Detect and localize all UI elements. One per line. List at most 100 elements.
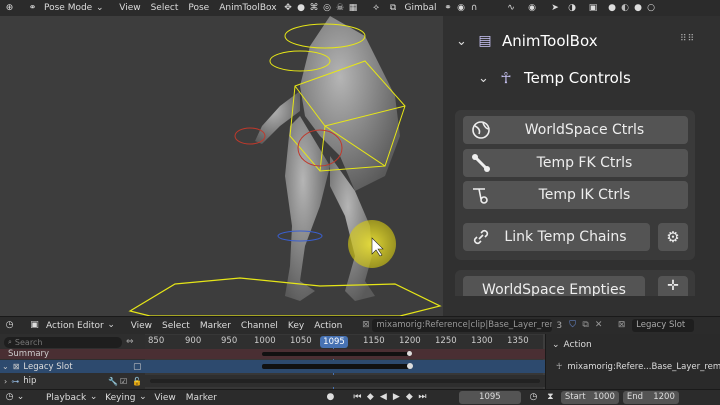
empties-options-button[interactable]: ✛ <box>658 276 688 296</box>
link-icon[interactable]: ⚭ <box>442 2 455 15</box>
hip-keyframe-track <box>150 379 540 383</box>
preview-range-icon[interactable]: ⧗ <box>544 391 557 404</box>
pivot-icon[interactable]: ✥ <box>282 2 295 15</box>
mode-icon: ⚭ <box>28 2 37 13</box>
overlay-icon[interactable]: ◑ <box>566 2 579 15</box>
editor-type-icon[interactable]: ⊕ <box>3 2 16 15</box>
jump-start-icon[interactable]: ⏮ <box>351 391 364 404</box>
prev-key-icon[interactable]: ◆ <box>364 391 377 404</box>
slot-keyframe[interactable] <box>407 363 413 369</box>
editor-mode-dropdown[interactable]: Action Editor <box>41 321 109 331</box>
jump-end-icon[interactable]: ⏭ <box>416 391 429 404</box>
ruler-label: 900 <box>185 336 202 346</box>
slot-checkbox-icon[interactable]: ▢ <box>133 362 142 372</box>
summary-keyframe[interactable] <box>407 351 412 356</box>
shading-render-icon[interactable]: ○ <box>645 2 658 15</box>
bone-expand-icon: › <box>4 376 8 386</box>
ruler-label: 1200 <box>399 336 421 346</box>
skull-icon[interactable]: ☠ <box>334 2 347 15</box>
temp-ik-button[interactable]: Temp IK Ctrls <box>463 181 688 209</box>
ruler-label: 1250 <box>435 336 457 346</box>
chevron-down-icon: ⌄ <box>139 392 147 402</box>
gizmo-icon[interactable]: ◎ <box>321 2 334 15</box>
clock-icon[interactable]: ◷ <box>527 391 540 404</box>
menu-pose[interactable]: Pose <box>183 3 214 13</box>
orientation-dropdown[interactable]: Gimbal <box>400 3 442 13</box>
temp-controls-header[interactable]: ⌄ ☥ Temp Controls <box>477 67 631 89</box>
lock-icon[interactable]: 🔓 <box>132 377 142 386</box>
toolbox-icon[interactable]: ⌘ <box>308 2 321 15</box>
menu-animtoolbox[interactable]: AnimToolBox <box>214 3 281 13</box>
globe-icon <box>472 121 490 139</box>
panel-title: AnimToolBox <box>502 32 598 50</box>
fake-user-shield-icon[interactable]: ⛉ <box>566 319 579 332</box>
drag-handle-icon[interactable]: ⠿⠿ <box>680 34 695 44</box>
gear-icon: ⚙ <box>666 228 680 246</box>
summary-keyframe-track <box>262 352 410 356</box>
link-temp-chains-button[interactable]: Link Temp Chains <box>463 223 650 251</box>
next-key-icon[interactable]: ◆ <box>403 391 416 404</box>
cursor-icon[interactable]: ➤ <box>549 2 562 15</box>
worldspace-ctrls-button[interactable]: WorldSpace Ctrls <box>463 116 688 144</box>
editor-type-icon[interactable]: ◷ <box>3 319 16 332</box>
shading-wire-icon[interactable]: ◐ <box>619 2 632 15</box>
animtoolbox-header[interactable]: ⌄ ▤ AnimToolBox <box>455 30 598 52</box>
eye-icon[interactable]: ◉ <box>526 2 539 15</box>
temp-fk-button[interactable]: Temp FK Ctrls <box>463 149 688 177</box>
proportional-icon[interactable]: ◉ <box>455 2 468 15</box>
action-browse-icon[interactable]: ⊠ <box>359 319 372 332</box>
play-icon[interactable]: ▶ <box>390 391 403 404</box>
menu-select[interactable]: Select <box>146 3 184 13</box>
search-input[interactable]: ⌕ Search <box>4 336 122 348</box>
duplicate-icon[interactable]: ⧉ <box>579 319 592 332</box>
summary-label: Summary <box>8 349 50 359</box>
shading-material-icon[interactable]: ● <box>632 2 645 15</box>
ruler-label: 1150 <box>363 336 385 346</box>
slot-field[interactable]: Legacy Slot <box>632 319 695 332</box>
play-reverse-icon[interactable]: ◀ <box>377 391 390 404</box>
grid-icon[interactable]: ▦ <box>347 2 360 15</box>
menu-select[interactable]: Select <box>157 321 195 331</box>
start-frame-field[interactable]: Start 1000 <box>560 391 619 404</box>
record-icon[interactable]: ● <box>324 391 337 404</box>
bone-channel-label: hip <box>23 376 37 386</box>
current-frame-field[interactable]: 1095 <box>458 391 521 404</box>
mode-dropdown[interactable]: Pose Mode <box>39 3 97 13</box>
menu-channel[interactable]: Channel <box>236 321 283 331</box>
magnet-icon[interactable]: ∩ <box>468 2 481 15</box>
menu-view[interactable]: View <box>149 393 180 403</box>
close-icon[interactable]: ✕ <box>592 319 605 332</box>
gimbal-icon: ⧉ <box>389 2 397 13</box>
temp-ik-label: Temp IK Ctrls <box>538 187 631 203</box>
toolbox-icon: ▤ <box>478 32 492 49</box>
menu-action[interactable]: Action <box>309 321 347 331</box>
menu-view[interactable]: View <box>114 3 145 13</box>
menu-playback[interactable]: Playback <box>41 393 91 403</box>
chevron-down-icon: ⌄ <box>552 340 560 350</box>
menu-key[interactable]: Key <box>283 321 309 331</box>
menu-keying[interactable]: Keying <box>100 393 140 403</box>
shading-solid-icon[interactable]: ● <box>606 2 619 15</box>
xray-icon[interactable]: ▣ <box>587 2 600 15</box>
swap-icon[interactable]: ⇔ <box>126 337 134 347</box>
sphere-icon[interactable]: ● <box>295 2 308 15</box>
action-section-header[interactable]: ⌄ Action <box>552 340 592 350</box>
action-field[interactable]: ☥ mixamorig:Refere...Base_Layer_remap <box>556 362 720 372</box>
worldspace-empties-button[interactable]: WorldSpace Empties <box>463 276 645 296</box>
wrench-icon[interactable]: 🔧 <box>108 377 118 386</box>
menu-marker[interactable]: Marker <box>195 321 236 331</box>
action-field-value: mixamorig:Refere...Base_Layer_remap <box>567 362 720 372</box>
chevron-down-icon: ⌄ <box>16 392 25 402</box>
bone-icon: ⊶ <box>11 376 20 386</box>
slot-icon: ⊠ <box>617 320 626 330</box>
current-frame-indicator[interactable]: 1095 <box>320 336 348 348</box>
menu-marker[interactable]: Marker <box>181 393 222 403</box>
action-editor-header: ◷ ▣ Action Editor ⌄ View Select Marker C… <box>0 316 720 334</box>
checkbox-icon[interactable]: ☑ <box>120 377 127 386</box>
action-name-field[interactable]: mixamorig:Reference|clip|Base_Layer_rema… <box>372 319 553 332</box>
snap-icon[interactable]: ⟡ <box>370 2 383 15</box>
end-frame-field[interactable]: End 1200 <box>622 391 679 404</box>
link-settings-button[interactable]: ⚙ <box>658 223 688 251</box>
wave-icon[interactable]: ∿ <box>505 2 518 15</box>
menu-view[interactable]: View <box>126 321 157 331</box>
